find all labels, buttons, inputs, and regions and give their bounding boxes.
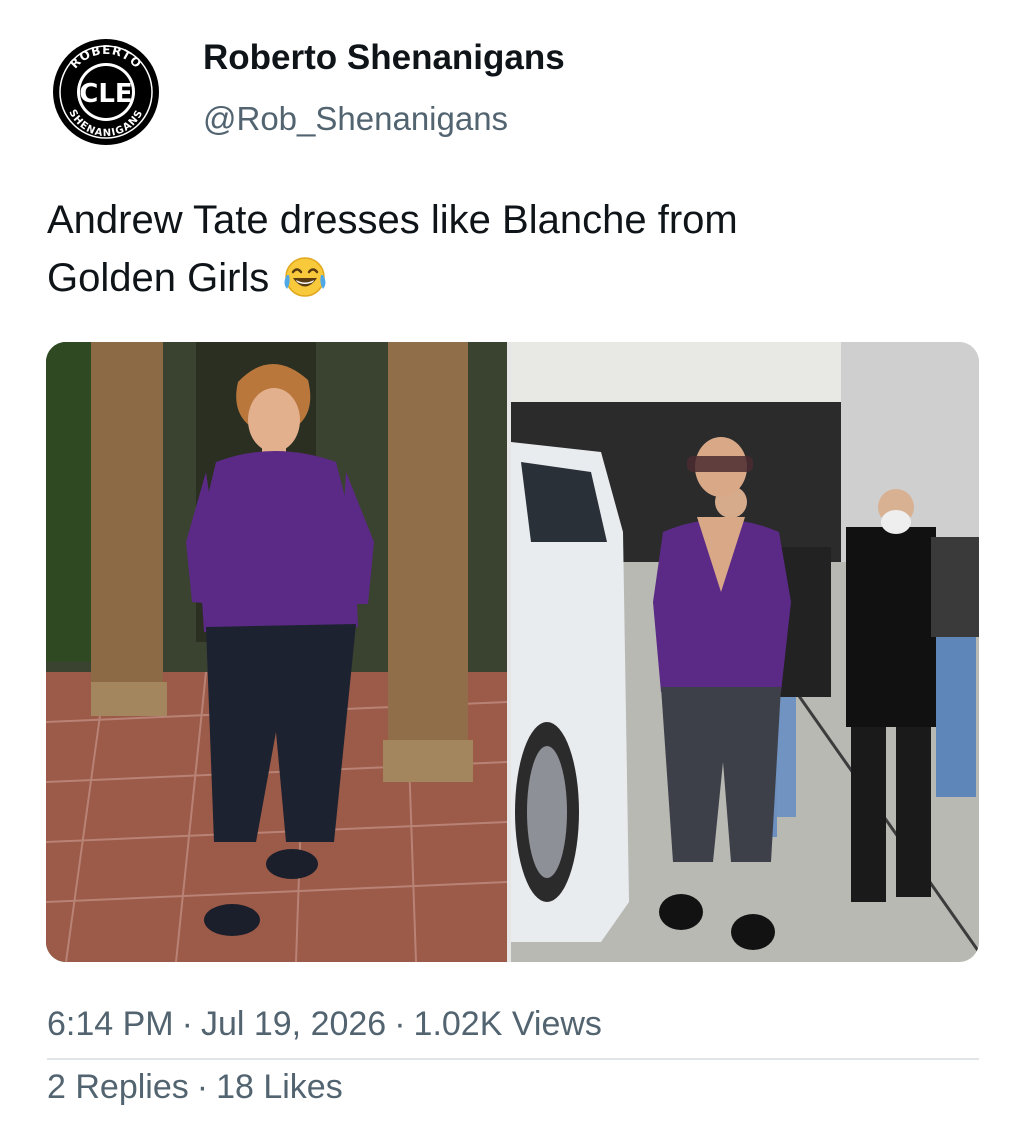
- tweet-media[interactable]: [46, 342, 979, 962]
- likes-count[interactable]: 18 Likes: [216, 1068, 343, 1106]
- media-photo-left[interactable]: [46, 342, 507, 962]
- replies-count[interactable]: 2 Replies: [47, 1068, 189, 1106]
- stats-separator: ·: [196, 1068, 209, 1106]
- meta-separator: ·: [394, 1005, 406, 1043]
- avatar[interactable]: ROBERTO SHENANIGANS CLE: [52, 38, 160, 146]
- tweet-meta: 6:14 PM · Jul 19, 2026 · 1.02K Views: [47, 1005, 602, 1044]
- tweet-time[interactable]: 6:14 PM: [47, 1005, 174, 1043]
- tweet-text-line-end: Golden Girls: [47, 256, 270, 300]
- tweet-text-line: Golden Girls: [47, 249, 947, 315]
- avatar-logo-icon: ROBERTO SHENANIGANS CLE: [53, 39, 159, 145]
- tweet-views: 1.02K Views: [413, 1005, 602, 1043]
- tweet-stats: 2 Replies · 18 Likes: [47, 1068, 343, 1107]
- meta-separator: ·: [181, 1005, 193, 1043]
- divider: [47, 1058, 979, 1060]
- tweet-text-line: Andrew Tate dresses like Blanche from: [47, 198, 738, 242]
- photo-right-image: [511, 342, 979, 962]
- tweet-date[interactable]: Jul 19, 2026: [201, 1005, 386, 1043]
- author-handle[interactable]: @Rob_Shenanigans: [203, 100, 508, 138]
- svg-text:CLE: CLE: [79, 79, 132, 109]
- media-photo-right[interactable]: [511, 342, 979, 962]
- author-display-name[interactable]: Roberto Shenanigans: [203, 38, 565, 78]
- tweet-text: Andrew Tate dresses like Blanche from Go…: [47, 191, 947, 315]
- photo-left-image: [46, 342, 507, 962]
- face-with-tears-of-joy-icon: [281, 255, 329, 315]
